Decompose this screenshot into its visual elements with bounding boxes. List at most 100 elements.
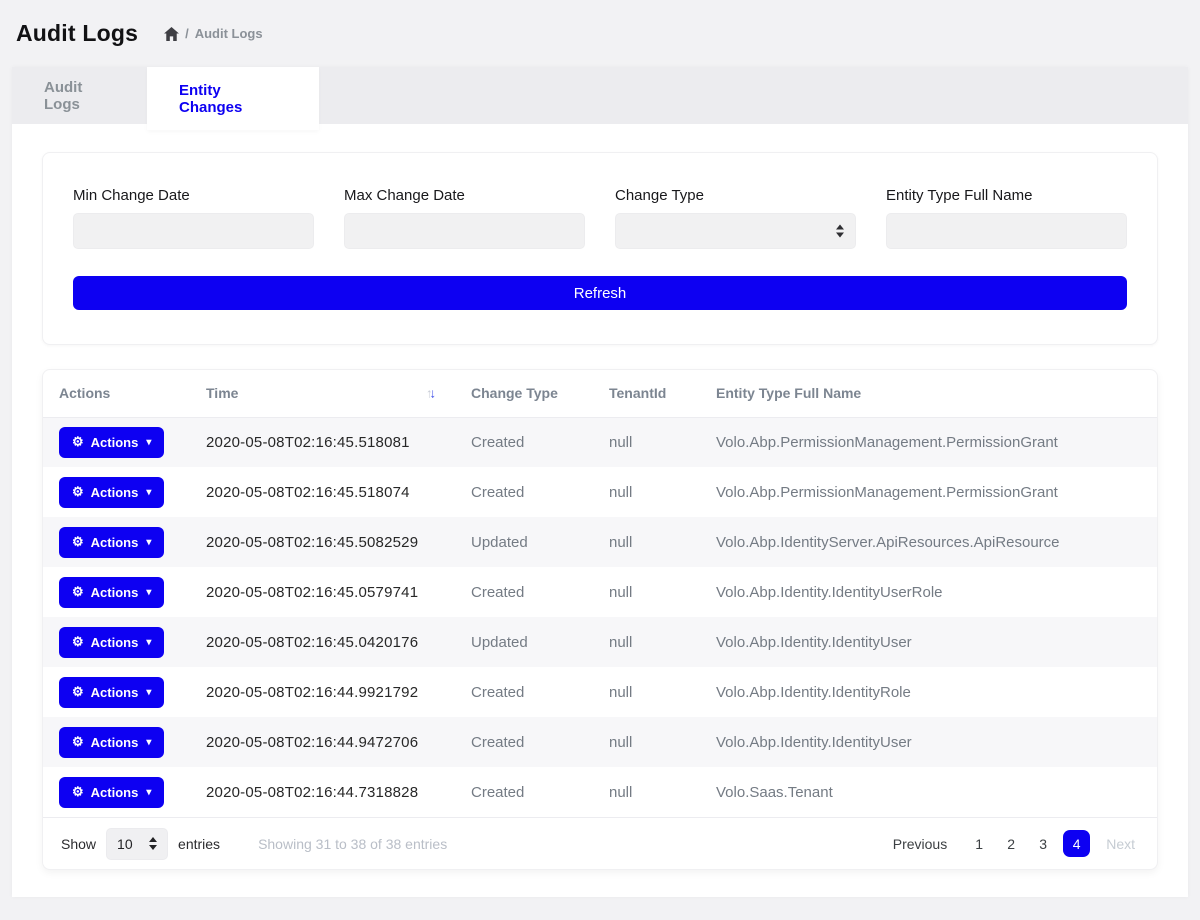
sort-icon[interactable]: ↑↓ [426, 386, 433, 401]
min-change-date-input[interactable] [73, 213, 314, 249]
caret-down-icon: ▾ [146, 687, 151, 698]
caret-down-icon: ▾ [146, 437, 151, 448]
pagination-next[interactable]: Next [1102, 830, 1139, 857]
time-cell: 2020-05-08T02:16:44.7318828 [190, 767, 455, 817]
tenant-id-cell: null [593, 667, 700, 717]
breadcrumb-current: Audit Logs [195, 26, 263, 41]
time-cell: 2020-05-08T02:16:45.5082529 [190, 517, 455, 567]
change-type-label: Change Type [615, 187, 856, 204]
gear-icon: ⚙ [72, 484, 84, 500]
entity-type-cell: Volo.Abp.PermissionManagement.Permission… [700, 417, 1157, 467]
gear-icon: ⚙ [72, 534, 84, 550]
min-change-date-label: Min Change Date [73, 187, 314, 204]
table-row: ⚙ Actions ▾ 2020-05-08T02:16:44.9921792 … [43, 667, 1157, 717]
entity-changes-table: Actions Time ↑↓ Change Type TenantId Ent… [43, 370, 1157, 817]
row-actions-button[interactable]: ⚙ Actions ▾ [59, 727, 164, 758]
entity-type-cell: Volo.Abp.Identity.IdentityUser [700, 617, 1157, 667]
tenant-id-cell: null [593, 717, 700, 767]
change-type-cell: Created [455, 667, 593, 717]
change-type-cell: Created [455, 567, 593, 617]
time-cell: 2020-05-08T02:16:44.9472706 [190, 717, 455, 767]
home-icon[interactable] [164, 27, 179, 41]
breadcrumb: / Audit Logs [164, 26, 263, 41]
pagination-page-1[interactable]: 1 [967, 830, 991, 857]
row-actions-button[interactable]: ⚙ Actions ▾ [59, 777, 164, 808]
time-cell: 2020-05-08T02:16:45.518081 [190, 417, 455, 467]
caret-down-icon: ▾ [146, 737, 151, 748]
table-row: ⚙ Actions ▾ 2020-05-08T02:16:45.518074 C… [43, 467, 1157, 517]
change-type-cell: Created [455, 717, 593, 767]
time-cell: 2020-05-08T02:16:45.0420176 [190, 617, 455, 667]
page-size-value: 10 [117, 836, 133, 852]
row-actions-button[interactable]: ⚙ Actions ▾ [59, 427, 164, 458]
table-row: ⚙ Actions ▾ 2020-05-08T02:16:44.7318828 … [43, 767, 1157, 817]
pagination-page-3[interactable]: 3 [1031, 830, 1055, 857]
table-row: ⚙ Actions ▾ 2020-05-08T02:16:45.0579741 … [43, 567, 1157, 617]
column-header-tenant-id: TenantId [593, 370, 700, 417]
tenant-id-cell: null [593, 417, 700, 467]
caret-down-icon: ▾ [146, 587, 151, 598]
change-type-select[interactable] [615, 213, 856, 249]
change-type-cell: Created [455, 417, 593, 467]
change-type-cell: Updated [455, 517, 593, 567]
entity-type-full-name-input[interactable] [886, 213, 1127, 249]
caret-down-icon: ▾ [146, 637, 151, 648]
page-size-select[interactable]: 10 [106, 828, 168, 860]
pagination-previous[interactable]: Previous [889, 830, 951, 857]
entity-type-cell: Volo.Abp.Identity.IdentityUserRole [700, 567, 1157, 617]
time-cell: 2020-05-08T02:16:45.518074 [190, 467, 455, 517]
entries-label: entries [178, 836, 220, 852]
filter-field-min-change-date: Min Change Date [73, 187, 314, 249]
row-actions-button[interactable]: ⚙ Actions ▾ [59, 677, 164, 708]
select-updown-icon [149, 837, 157, 850]
caret-down-icon: ▾ [146, 537, 151, 548]
showing-entries-text: Showing 31 to 38 of 38 entries [258, 836, 447, 852]
filter-field-entity-type-full-name: Entity Type Full Name [886, 187, 1127, 249]
tenant-id-cell: null [593, 617, 700, 667]
filter-field-max-change-date: Max Change Date [344, 187, 585, 249]
table-footer: Show 10 entries Showing 31 to 38 of 38 e… [43, 817, 1157, 869]
entity-type-cell: Volo.Abp.PermissionManagement.Permission… [700, 467, 1157, 517]
tab-entity-changes[interactable]: Entity Changes [147, 67, 319, 130]
row-actions-button[interactable]: ⚙ Actions ▾ [59, 477, 164, 508]
entity-type-cell: Volo.Abp.Identity.IdentityUser [700, 717, 1157, 767]
tab-strip: Audit Logs Entity Changes [12, 67, 1188, 124]
table-row: ⚙ Actions ▾ 2020-05-08T02:16:45.518081 C… [43, 417, 1157, 467]
gear-icon: ⚙ [72, 634, 84, 650]
tenant-id-cell: null [593, 467, 700, 517]
gear-icon: ⚙ [72, 434, 84, 450]
max-change-date-input[interactable] [344, 213, 585, 249]
caret-down-icon: ▾ [146, 787, 151, 798]
breadcrumb-separator: / [185, 26, 189, 41]
gear-icon: ⚙ [72, 684, 84, 700]
change-type-cell: Updated [455, 617, 593, 667]
row-actions-button[interactable]: ⚙ Actions ▾ [59, 627, 164, 658]
tenant-id-cell: null [593, 567, 700, 617]
entity-changes-table-card: Actions Time ↑↓ Change Type TenantId Ent… [42, 369, 1158, 870]
row-actions-button[interactable]: ⚙ Actions ▾ [59, 527, 164, 558]
column-header-time[interactable]: Time ↑↓ [190, 370, 455, 417]
change-type-cell: Created [455, 467, 593, 517]
tenant-id-cell: null [593, 767, 700, 817]
gear-icon: ⚙ [72, 734, 84, 750]
tab-audit-logs[interactable]: Audit Logs [12, 67, 147, 124]
page-title: Audit Logs [16, 20, 138, 47]
refresh-button[interactable]: Refresh [73, 276, 1127, 310]
table-row: ⚙ Actions ▾ 2020-05-08T02:16:45.0420176 … [43, 617, 1157, 667]
pagination-page-4[interactable]: 4 [1063, 830, 1090, 857]
pagination: Previous 1234 Next [889, 830, 1139, 857]
pagination-page-2[interactable]: 2 [999, 830, 1023, 857]
main-card: Audit Logs Entity Changes Min Change Dat… [12, 67, 1188, 897]
table-row: ⚙ Actions ▾ 2020-05-08T02:16:44.9472706 … [43, 717, 1157, 767]
entity-type-cell: Volo.Saas.Tenant [700, 767, 1157, 817]
page-header: Audit Logs / Audit Logs [0, 0, 1200, 67]
gear-icon: ⚙ [72, 584, 84, 600]
column-header-actions: Actions [43, 370, 190, 417]
change-type-cell: Created [455, 767, 593, 817]
caret-down-icon: ▾ [146, 487, 151, 498]
entity-type-cell: Volo.Abp.Identity.IdentityRole [700, 667, 1157, 717]
row-actions-button[interactable]: ⚙ Actions ▾ [59, 577, 164, 608]
filter-field-change-type: Change Type [615, 187, 856, 249]
entity-type-cell: Volo.Abp.IdentityServer.ApiResources.Api… [700, 517, 1157, 567]
tenant-id-cell: null [593, 517, 700, 567]
